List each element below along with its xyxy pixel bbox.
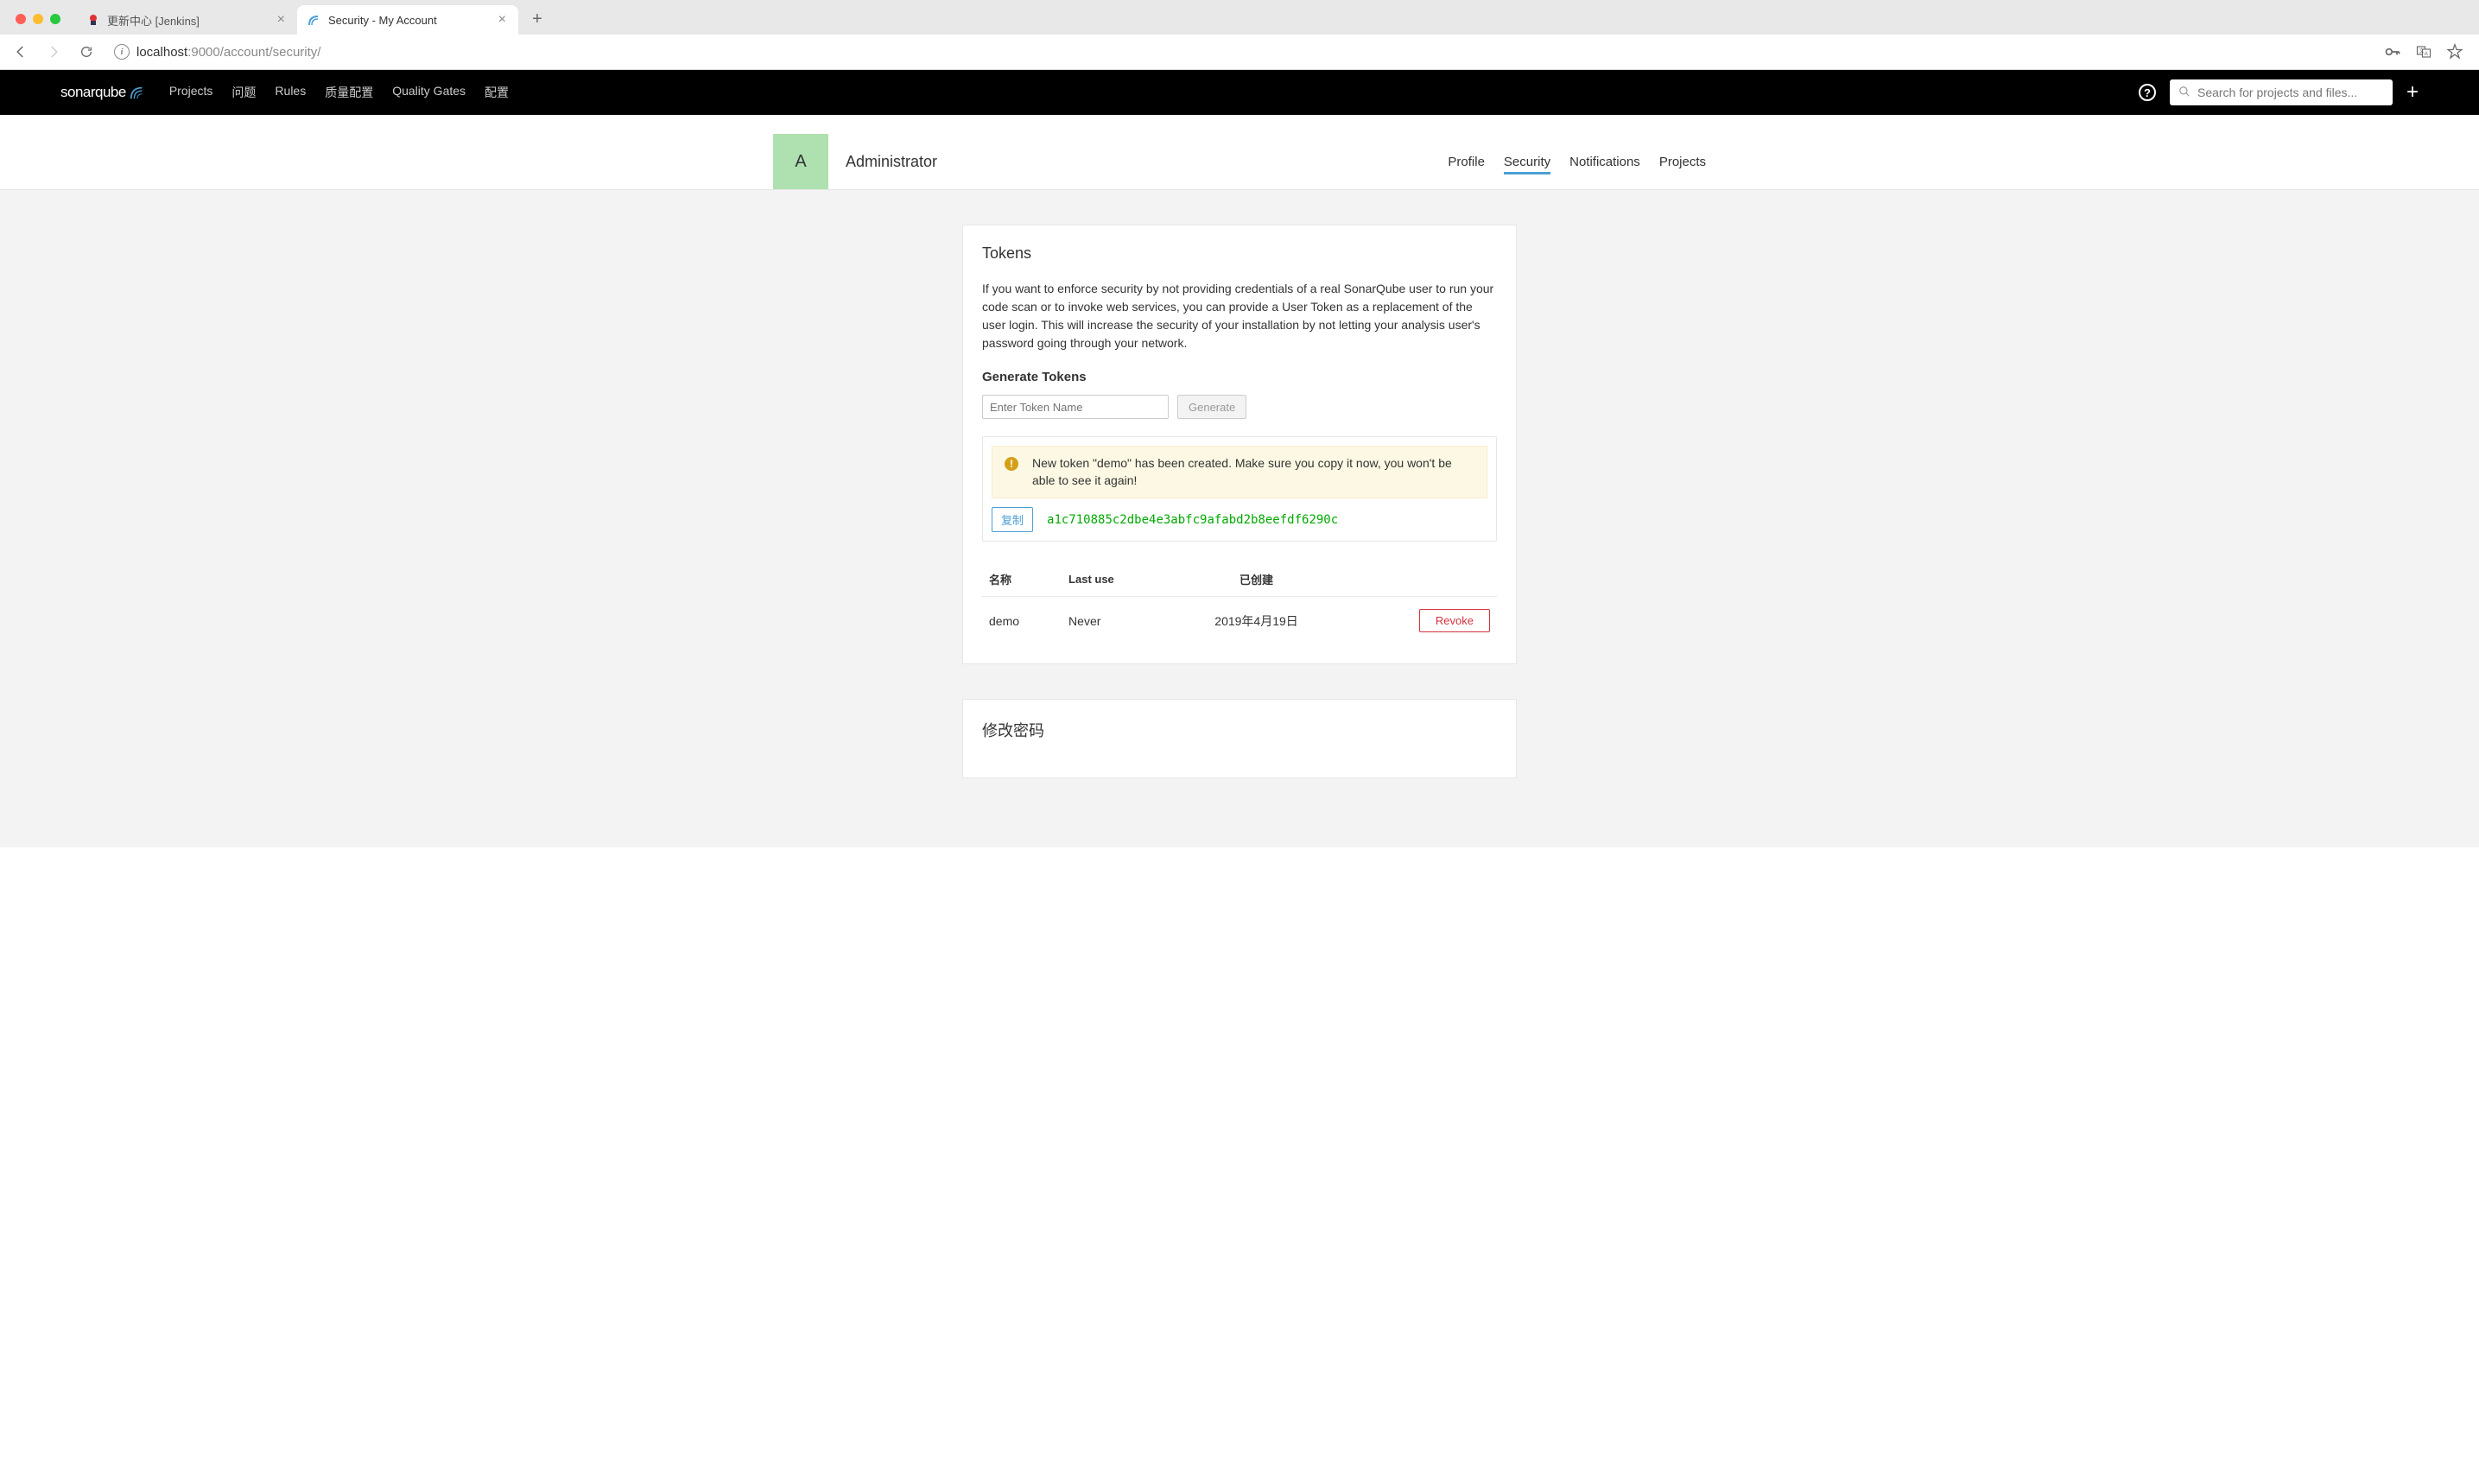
new-token-panel: ! New token "demo" has been created. Mak… [982,436,1497,542]
tab-projects[interactable]: Projects [1659,139,1706,185]
sonarqube-logo-icon [130,85,145,100]
token-name-input[interactable] [982,395,1169,419]
tab-notifications[interactable]: Notifications [1569,139,1640,185]
header-right: ? + [2139,79,2419,105]
main-nav: Projects 问题 Rules 质量配置 Quality Gates 配置 [169,84,2120,101]
site-info-icon[interactable]: i [114,44,130,60]
tokens-description: If you want to enforce security by not p… [982,280,1497,352]
browser-toolbar: i localhost:9000/account/security/ 文A [0,35,2479,69]
tab-bar: 更新中心 [Jenkins] × Security - My Account ×… [0,0,2479,35]
cell-name: demo [982,597,1062,645]
sonarqube-logo[interactable]: sonarqube [60,84,145,101]
account-tabs: Profile Security Notifications Projects [1448,134,1706,189]
help-icon[interactable]: ? [2139,84,2156,101]
alert-banner: ! New token "demo" has been created. Mak… [992,446,1487,498]
browser-tab-sonarqube[interactable]: Security - My Account × [297,5,518,35]
tokens-card: Tokens If you want to enforce security b… [962,225,1517,664]
search-input[interactable] [2197,86,2384,99]
window-controls [16,14,60,24]
generate-button[interactable]: Generate [1177,395,1246,419]
browser-chrome: 更新中心 [Jenkins] × Security - My Account ×… [0,0,2479,70]
generate-row: Generate [982,395,1497,419]
token-value: a1c710885c2dbe4e3abfc9afabd2b8eefdf6290c [1047,513,1338,527]
tokens-title: Tokens [982,244,1497,263]
browser-tab-jenkins[interactable]: 更新中心 [Jenkins] × [76,5,297,35]
nav-rules[interactable]: Rules [275,84,306,101]
account-header: A Administrator Profile Security Notific… [0,115,2479,190]
nav-quality-profiles[interactable]: 质量配置 [325,84,373,101]
app-header: sonarqube Projects 问题 Rules 质量配置 Quality… [0,70,2479,115]
new-tab-button[interactable]: + [525,7,549,31]
nav-quality-gates[interactable]: Quality Gates [392,84,466,101]
generate-title: Generate Tokens [982,370,1497,384]
url-text: localhost:9000/account/security/ [136,45,320,60]
tokens-table: 名称 Last use 已创建 demo Never 2019年4月19日 Re… [982,562,1497,644]
minimize-window[interactable] [33,14,43,24]
address-bar[interactable]: i localhost:9000/account/security/ [107,39,2375,65]
svg-text:文: 文 [2419,48,2425,54]
close-window[interactable] [16,14,26,24]
th-name: 名称 [982,562,1062,597]
tab-title: 更新中心 [Jenkins] [107,12,269,29]
search-icon [2178,86,2191,100]
tab-profile[interactable]: Profile [1448,139,1485,185]
th-created: 已创建 [1169,562,1344,597]
warning-icon: ! [1005,457,1018,471]
translate-icon[interactable]: 文A [2415,43,2432,60]
back-button[interactable] [9,40,33,64]
avatar: A [773,134,828,189]
reload-button[interactable] [74,40,98,64]
cell-created: 2019年4月19日 [1169,597,1344,645]
th-actions [1344,562,1497,597]
bookmark-star-icon[interactable] [2446,43,2463,60]
tab-security[interactable]: Security [1504,139,1550,185]
password-card: 修改密码 [962,699,1517,778]
close-tab-icon[interactable]: × [276,12,287,28]
maximize-window[interactable] [50,14,60,24]
table-row: demo Never 2019年4月19日 Revoke [982,597,1497,645]
copy-button[interactable]: 复制 [992,507,1033,532]
forward-button[interactable] [41,40,66,64]
th-last-use: Last use [1062,562,1169,597]
tab-title: Security - My Account [328,14,490,27]
nav-issues[interactable]: 问题 [231,84,256,101]
nav-administration[interactable]: 配置 [485,84,509,101]
token-value-row: 复制 a1c710885c2dbe4e3abfc9afabd2b8eefdf62… [983,507,1496,541]
sonarqube-favicon-icon [307,13,321,27]
jenkins-favicon-icon [86,13,100,27]
toolbar-right-icons: 文A [2384,43,2470,60]
create-button[interactable]: + [2406,80,2419,105]
password-key-icon[interactable] [2384,43,2401,60]
alert-message: New token "demo" has been created. Make … [1032,455,1474,489]
close-tab-icon[interactable]: × [497,12,508,28]
svg-text:A: A [2425,52,2428,57]
cell-last-use: Never [1062,597,1169,645]
revoke-button[interactable]: Revoke [1419,609,1490,632]
cell-actions: Revoke [1344,597,1497,645]
search-box[interactable] [2170,79,2393,105]
password-title: 修改密码 [982,719,1497,741]
page-body: Tokens If you want to enforce security b… [0,190,2479,847]
nav-projects[interactable]: Projects [169,84,213,101]
account-name: Administrator [846,153,1448,171]
